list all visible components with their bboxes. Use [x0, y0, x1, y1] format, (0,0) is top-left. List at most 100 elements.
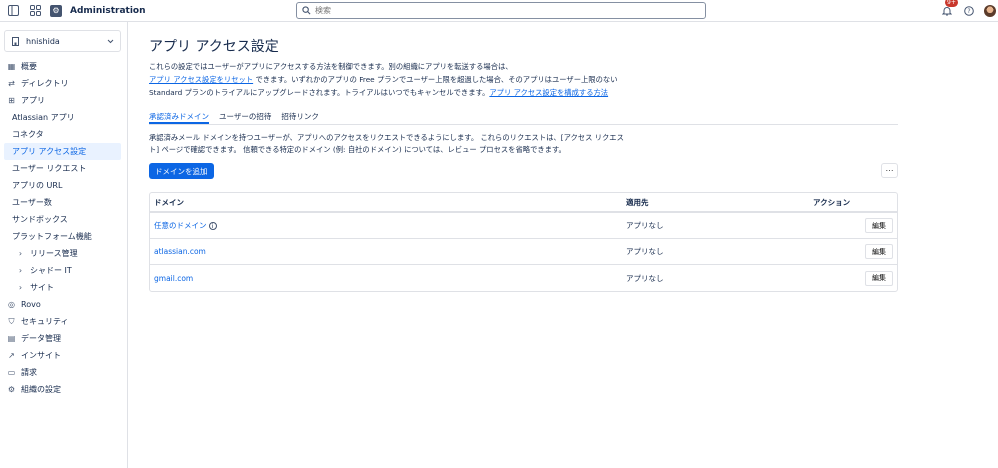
sidebar-item-label: ユーザー数 [12, 198, 52, 207]
sidebar-item-label: ユーザー リクエスト [12, 164, 87, 173]
sidebar-item-app-urls[interactable]: アプリの URL [4, 177, 121, 194]
sidebar-item-user-counts[interactable]: ユーザー数 [4, 194, 121, 211]
domain-cell: gmail.com [150, 265, 622, 291]
sidebar-item-apps[interactable]: ⊞ アプリ [4, 92, 121, 109]
edit-button[interactable]: 編集 [865, 244, 893, 259]
search-input[interactable] [315, 6, 695, 15]
search-box[interactable] [296, 2, 706, 19]
directory-icon: ⇄ [8, 79, 15, 88]
notification-badge: 9+ [945, 0, 958, 7]
action-row: ドメインを追加 ··· [149, 163, 898, 179]
domain-link[interactable]: gmail.com [154, 274, 193, 283]
sidebar-item-label: ディレクトリ [21, 79, 69, 88]
top-bar: ⚙ Administration 9+ ? [0, 0, 998, 22]
sidebar-item-directory[interactable]: ⇄ ディレクトリ [4, 75, 121, 92]
description-text: Standard プランのトライアルにアップグレードされます。トライアルはいつで… [149, 88, 490, 97]
apps-icon: ⊞ [8, 96, 15, 105]
reset-access-settings-link[interactable]: アプリ アクセス設定をリセット [149, 75, 253, 84]
sidebar-item-label: Rovo [21, 300, 41, 309]
chevron-right-icon: › [18, 249, 23, 258]
sidebar-item-label: Atlassian アプリ [12, 113, 75, 122]
chart-icon: ↗ [8, 351, 15, 360]
sidebar-item-sites[interactable]: › サイト [4, 279, 121, 296]
add-domain-button[interactable]: ドメインを追加 [149, 163, 214, 179]
actions-cell: 編集 [809, 265, 897, 291]
sidebar-toggle-icon[interactable] [6, 4, 20, 18]
sidebar-item-label: セキュリティ [21, 317, 69, 326]
sidebar-item-label: 概要 [21, 62, 37, 71]
sidebar-item-data-management[interactable]: ▤ データ管理 [4, 330, 121, 347]
column-header-applies-to: 適用先 [622, 193, 809, 213]
sidebar-item-label: サンドボックス [12, 215, 68, 224]
sidebar-item-sandbox[interactable]: サンドボックス [4, 211, 121, 228]
description-text: これらの設定ではユーザーがアプリにアクセスする方法を制御できます。別の組織にアプ… [149, 62, 513, 71]
sidebar-item-label: インサイト [21, 351, 61, 360]
sidebar-item-shadow-it[interactable]: › シャドー IT [4, 262, 121, 279]
chevron-down-icon [107, 39, 114, 43]
column-header-domain: ドメイン [150, 193, 622, 213]
sidebar-item-rovo[interactable]: ◎ Rovo [4, 296, 121, 313]
applies-to-cell: アプリなし [626, 273, 664, 283]
description-text: できます。いずれかのアプリの Free プランでユーザー上限を超過した場合、その… [253, 75, 618, 84]
edit-button[interactable]: 編集 [865, 218, 893, 233]
sidebar-item-release-management[interactable]: › リリース管理 [4, 245, 121, 262]
main-content: アプリ アクセス設定 これらの設定ではユーザーがアプリにアクセスする方法を制御で… [149, 22, 909, 292]
svg-text:?: ? [967, 8, 970, 15]
table-row: 任意のドメイン i アプリなし 編集 [150, 213, 897, 239]
sidebar-item-label: シャドー IT [30, 266, 72, 275]
column-header-actions: アクション [809, 193, 897, 213]
sidebar-item-label: コネクタ [12, 130, 44, 139]
how-to-configure-link[interactable]: アプリ アクセス設定を構成する方法 [489, 88, 608, 97]
database-icon: ▤ [7, 334, 16, 343]
notifications-button[interactable]: 9+ [940, 0, 958, 18]
domain-link[interactable]: 任意のドメイン [154, 221, 207, 230]
sidebar-item-label: 請求 [21, 368, 37, 377]
domain-cell: atlassian.com [150, 239, 622, 265]
sidebar-item-app-access-settings[interactable]: アプリ アクセス設定 [4, 143, 121, 160]
avatar[interactable] [984, 5, 996, 17]
admin-logo-icon[interactable]: ⚙ [50, 4, 62, 17]
sidebar-item-atlassian-apps[interactable]: Atlassian アプリ [4, 109, 121, 126]
sidebar-item-label: リリース管理 [30, 249, 78, 258]
org-switcher[interactable]: hnishida [4, 30, 121, 52]
rovo-icon: ◎ [8, 300, 15, 309]
sidebar-item-user-requests[interactable]: ユーザー リクエスト [4, 160, 121, 177]
sidebar-item-platform-features[interactable]: プラットフォーム機能 [4, 228, 121, 245]
table-row: gmail.com アプリなし 編集 [150, 265, 897, 291]
app-switcher-icon[interactable] [28, 4, 42, 18]
sidebar-item-overview[interactable]: ▦ 概要 [4, 58, 121, 75]
sidebar-item-label: プラットフォーム機能 [12, 232, 92, 241]
table-header-row: ドメイン 適用先 アクション [150, 193, 897, 213]
tab-approved-domains[interactable]: 承認済みドメイン [149, 111, 209, 124]
search-icon [302, 6, 311, 15]
help-icon[interactable]: ? [962, 4, 976, 18]
applies-to-cell: アプリなし [622, 239, 809, 265]
tab-user-invites[interactable]: ユーザーの招待 [219, 111, 271, 124]
sidebar-item-billing[interactable]: ▭ 請求 [4, 364, 121, 381]
domain-link[interactable]: atlassian.com [154, 247, 206, 256]
sidebar-item-insights[interactable]: ↗ インサイト [4, 347, 121, 364]
edit-button[interactable]: 編集 [865, 270, 893, 286]
table-row: atlassian.com アプリなし 編集 [150, 239, 897, 265]
chevron-right-icon: › [18, 283, 23, 292]
domains-table: ドメイン 適用先 アクション 任意のドメイン i アプリなし 編集 atlassi… [149, 192, 898, 292]
app-title[interactable]: Administration [70, 6, 146, 16]
page-description: これらの設定ではユーザーがアプリにアクセスする方法を制御できます。別の組織にアプ… [149, 60, 629, 99]
info-icon[interactable]: i [208, 222, 217, 230]
sidebar-item-connectors[interactable]: コネクタ [4, 126, 121, 143]
sidebar-item-security[interactable]: ⛉ セキュリティ [4, 313, 121, 330]
sidebar: hnishida ▦ 概要 ⇄ ディレクトリ ⊞ アプリ Atlassian アプリ … [0, 22, 128, 468]
sidebar-item-label: アプリ アクセス設定 [12, 147, 87, 156]
sidebar-item-label: データ管理 [21, 334, 61, 343]
billing-icon: ▭ [7, 368, 16, 377]
tab-invite-links[interactable]: 招待リンク [281, 111, 319, 124]
page-title: アプリ アクセス設定 [149, 39, 279, 55]
gear-icon: ⚙ [7, 385, 16, 394]
applies-to-cell: アプリなし [622, 213, 809, 239]
actions-cell: 編集 [809, 213, 897, 239]
sidebar-item-label: アプリの URL [12, 181, 63, 190]
sidebar-item-label: アプリ [21, 96, 45, 105]
more-actions-button[interactable]: ··· [881, 163, 898, 178]
sidebar-item-org-settings[interactable]: ⚙ 組織の設定 [4, 381, 121, 398]
actions-cell: 編集 [809, 239, 897, 265]
